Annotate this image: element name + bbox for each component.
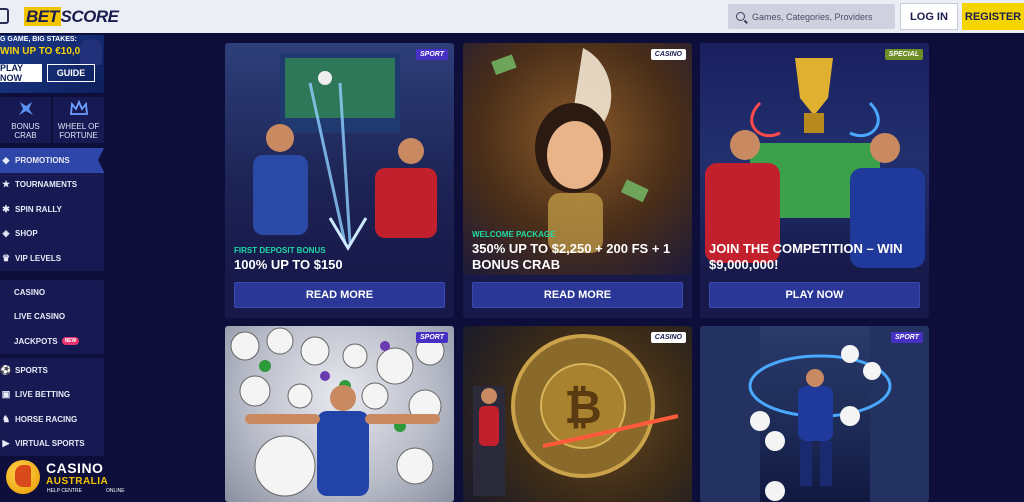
sidebar-item-vip-levels[interactable]: ♛ VIP LEVELS bbox=[0, 246, 104, 271]
promo-card[interactable]: SPORT bbox=[700, 326, 929, 502]
promotions-icon: ◆ bbox=[2, 154, 10, 165]
shop-icon: ◈ bbox=[2, 228, 10, 239]
tile-label: WHEEL OF FORTUNE bbox=[57, 122, 100, 140]
card-title: 350% UP TO $2,250 + 200 FS + 1 BONUS CRA… bbox=[472, 241, 671, 272]
kangaroo-icon bbox=[15, 465, 31, 487]
card-title: 100% UP TO $150 bbox=[234, 257, 343, 272]
category-tag: CASINO bbox=[650, 332, 686, 343]
sidebar-item-live-casino[interactable]: LIVE CASINO bbox=[0, 305, 104, 330]
category-tag: SPORT bbox=[416, 332, 448, 343]
sidebar-tiles: BONUS CRAB WHEEL OF FORTUNE bbox=[0, 97, 104, 143]
sidebar: G GAME, BIG STAKES: WIN UP TO €10,000! P… bbox=[0, 33, 104, 502]
sidebar-item-jackpots[interactable]: JACKPOTS NEW bbox=[0, 329, 104, 354]
category-tag: SPECIAL bbox=[884, 49, 923, 60]
trophy-icon: ★ bbox=[1, 179, 11, 190]
promo-card[interactable]: SPORT FIRST DEPOSIT BONUS 100% UP TO $15… bbox=[225, 43, 454, 318]
horse-icon: ♞ bbox=[1, 413, 11, 424]
search-input[interactable] bbox=[752, 11, 892, 22]
promo-card[interactable]: ₿ CASINO bbox=[463, 326, 692, 502]
soccer-ball-icon: ⚽ bbox=[0, 364, 12, 375]
card-image-soccer-fans bbox=[225, 43, 454, 275]
promo-player-image bbox=[80, 39, 102, 65]
sidebar-item-virtual-sports[interactable]: ▶ VIRTUAL SPORTS bbox=[0, 432, 104, 457]
menu-toggle-icon[interactable] bbox=[0, 8, 9, 24]
read-more-button[interactable]: READ MORE bbox=[472, 282, 683, 308]
card-title: JOIN THE COMPETITION – WIN $9,000,000! bbox=[709, 241, 903, 272]
play-now-button[interactable]: PLAY NOW bbox=[0, 63, 42, 83]
tile-label: BONUS CRAB bbox=[11, 122, 40, 140]
new-badge: NEW bbox=[61, 337, 80, 346]
sidebar-item-promotions[interactable]: ◆ PROMOTIONS bbox=[0, 148, 104, 173]
card-image-street-football bbox=[700, 326, 929, 502]
category-tag: CASINO bbox=[650, 49, 686, 60]
read-more-button[interactable]: READ MORE bbox=[234, 282, 445, 308]
login-button[interactable]: LOG IN bbox=[900, 3, 958, 30]
sidebar-promo-banner[interactable]: G GAME, BIG STAKES: WIN UP TO €10,000! P… bbox=[0, 35, 104, 93]
nav-group-sports: ⚽ SPORTS ▣ LIVE BETTING ♞ HORSE RACING ▶ VIR… bbox=[0, 358, 104, 456]
search-box[interactable] bbox=[728, 4, 895, 29]
sidebar-item-horse-racing[interactable]: ♞ HORSE RACING bbox=[0, 407, 104, 432]
sidebar-item-shop[interactable]: ◈ SHOP bbox=[0, 222, 104, 247]
search-icon bbox=[736, 12, 745, 21]
virtual-icon: ▶ bbox=[2, 438, 10, 449]
register-button[interactable]: REGISTER bbox=[962, 3, 1024, 30]
casino-australia-watermark: CASINO AUSTRALIA HELP CENTRE ONLINE bbox=[6, 458, 125, 498]
card-subtitle: WELCOME PACKAGE bbox=[472, 230, 556, 239]
nav-group-casino: CASINO LIVE CASINO JACKPOTS NEW bbox=[0, 280, 104, 354]
sidebar-item-live-betting[interactable]: ▣ LIVE BETTING bbox=[0, 383, 104, 408]
sidebar-item-spin-rally[interactable]: ✱ SPIN RALLY bbox=[0, 197, 104, 222]
card-subtitle: FIRST DEPOSIT BONUS bbox=[234, 246, 326, 255]
svg-text:₿: ₿ bbox=[564, 380, 602, 434]
card-image-soccer-balls bbox=[225, 326, 454, 502]
nav-group-promotions: ◆ PROMOTIONS ★ TOURNAMENTS ✱ SPIN RALLY ◈ SH… bbox=[0, 148, 104, 271]
sidebar-item-casino[interactable]: CASINO bbox=[0, 280, 104, 305]
promo-card[interactable]: SPECIAL JOIN THE COMPETITION – WIN $9,00… bbox=[700, 43, 929, 318]
crab-icon bbox=[18, 102, 33, 115]
card-image-bitcoin-vault: ₿ bbox=[463, 326, 692, 502]
crown-icon bbox=[69, 100, 88, 115]
tile-bonus-crab[interactable]: BONUS CRAB bbox=[0, 97, 51, 143]
promo-line1: G GAME, BIG STAKES: bbox=[0, 36, 77, 43]
tile-wheel-of-fortune[interactable]: WHEEL OF FORTUNE bbox=[53, 97, 104, 143]
promo-card[interactable]: SPORT bbox=[225, 326, 454, 502]
category-tag: SPORT bbox=[891, 332, 923, 343]
vip-icon: ♛ bbox=[1, 252, 11, 263]
live-icon: ▣ bbox=[1, 389, 11, 400]
guide-button[interactable]: GUIDE bbox=[47, 64, 95, 82]
play-now-button[interactable]: PLAY NOW bbox=[709, 282, 920, 308]
category-tag: SPORT bbox=[416, 49, 448, 60]
sidebar-item-sports[interactable]: ⚽ SPORTS bbox=[0, 358, 104, 383]
top-header: BETSCORE LOG IN REGISTER bbox=[0, 0, 1024, 33]
sidebar-item-tournaments[interactable]: ★ TOURNAMENTS bbox=[0, 173, 104, 198]
rally-icon: ✱ bbox=[2, 203, 10, 214]
betscore-logo[interactable]: BET SCORE bbox=[24, 7, 119, 27]
promo-card[interactable]: CASINO WELCOME PACKAGE 350% UP TO $2,250… bbox=[463, 43, 692, 318]
